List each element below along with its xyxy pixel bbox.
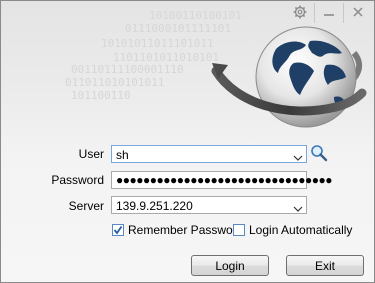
user-value: sh — [116, 148, 129, 162]
exit-button[interactable]: Exit — [286, 255, 364, 276]
title-bar-buttons — [286, 3, 372, 23]
chevron-down-icon[interactable] — [293, 151, 303, 165]
globe-logo — [206, 19, 374, 139]
binary-line: 00110111100001110 — [71, 63, 184, 76]
search-icon[interactable] — [310, 144, 328, 165]
server-combobox[interactable]: 139.9.251.220 — [111, 196, 307, 214]
chevron-down-icon[interactable] — [293, 202, 303, 216]
user-combobox[interactable]: sh — [111, 145, 307, 163]
server-value: 139.9.251.220 — [116, 199, 193, 213]
login-automatically-label: Login Automatically — [249, 223, 353, 237]
binary-line: 101100110 — [71, 89, 131, 102]
minimize-button[interactable] — [314, 3, 343, 23]
login-button[interactable]: Login — [191, 255, 269, 276]
server-label: Server — [68, 199, 104, 213]
password-field[interactable]: ●●●●●●●●●●●●●●●●●●●●●●●●●●●●●●●● — [111, 171, 332, 189]
password-label: Password — [51, 173, 104, 187]
remember-password-option[interactable]: Remember Password — [112, 223, 243, 237]
login-automatically-option[interactable]: Login Automatically — [233, 223, 352, 237]
minimize-icon — [323, 6, 335, 21]
binary-line: 10101011011101011 — [101, 37, 214, 50]
gear-icon — [293, 5, 307, 22]
close-icon — [352, 6, 364, 21]
login-automatically-checkbox[interactable] — [233, 224, 245, 236]
remember-password-label: Remember Password — [128, 223, 244, 237]
password-value: ●●●●●●●●●●●●●●●●●●●●●●●●●●●●●●●● — [116, 173, 332, 187]
settings-button[interactable] — [286, 3, 314, 23]
login-window: 10100110100101 0111000101111101 10101011… — [0, 0, 375, 283]
binary-line: 011011010101011 — [65, 76, 165, 89]
user-label: User — [78, 147, 104, 161]
remember-password-checkbox[interactable] — [112, 224, 124, 236]
close-button[interactable] — [343, 3, 372, 23]
